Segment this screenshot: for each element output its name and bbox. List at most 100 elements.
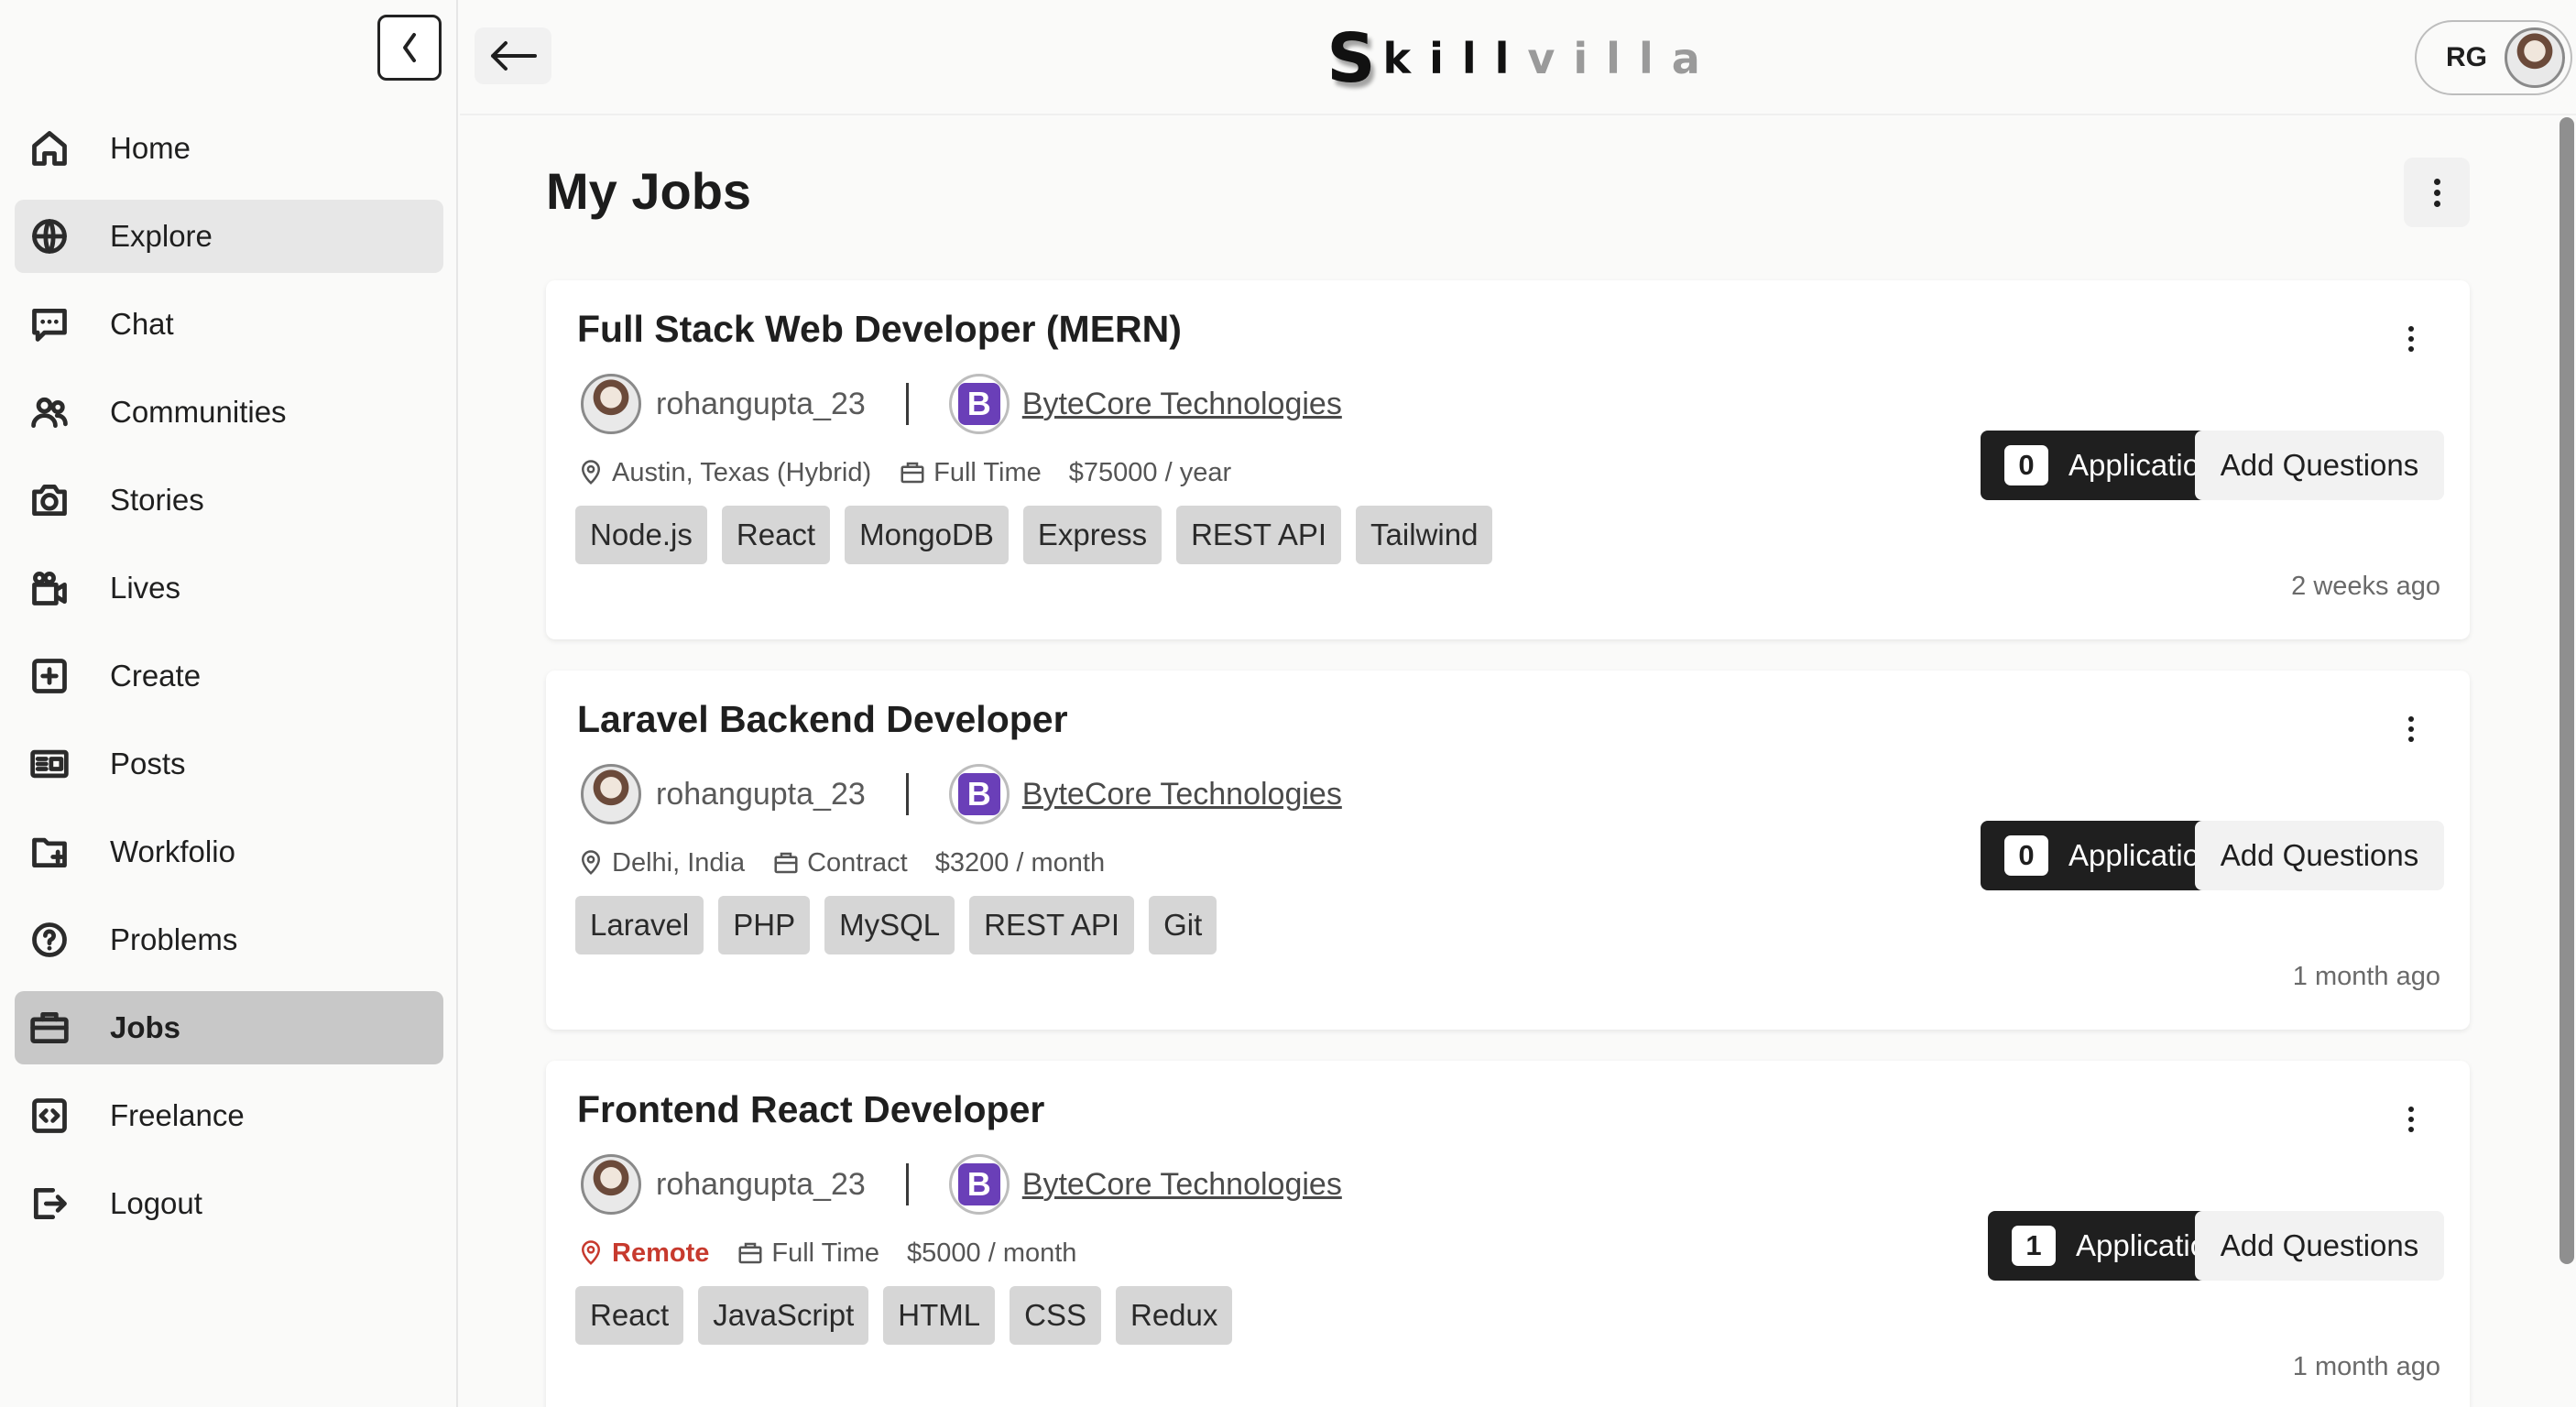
job-options-button[interactable] bbox=[2393, 1101, 2429, 1138]
briefcase-icon bbox=[774, 852, 798, 874]
applications-count: 0 bbox=[2004, 835, 2048, 876]
sidebar-item-problems[interactable]: Problems bbox=[15, 903, 443, 976]
job-options-button[interactable] bbox=[2393, 321, 2429, 357]
plus-square-icon bbox=[27, 654, 71, 698]
user-avatar bbox=[2505, 27, 2565, 88]
applications-count: 1 bbox=[2012, 1226, 2056, 1266]
job-card[interactable]: Frontend React Developer rohangupta_23 B… bbox=[546, 1061, 2470, 1407]
job-options-button[interactable] bbox=[2393, 711, 2429, 747]
poster-avatar[interactable] bbox=[581, 764, 641, 824]
map-pin-icon bbox=[581, 460, 601, 485]
job-title[interactable]: Frontend React Developer bbox=[577, 1088, 1044, 1131]
sidebar-item-label: Posts bbox=[110, 747, 186, 780]
sidebar-item-posts[interactable]: Posts bbox=[15, 727, 443, 801]
sidebar-item-lives[interactable]: Lives bbox=[15, 551, 443, 625]
job-card[interactable]: Laravel Backend Developer rohangupta_23 … bbox=[546, 671, 2470, 1030]
skill-tag: CSS bbox=[1010, 1286, 1101, 1345]
job-type: Full Time bbox=[899, 458, 1042, 488]
poster-avatar[interactable] bbox=[581, 1154, 641, 1215]
collapse-sidebar-button[interactable] bbox=[377, 15, 442, 81]
skill-tag: PHP bbox=[718, 896, 811, 954]
job-poster-row: rohangupta_23 B ByteCore Technologies bbox=[581, 762, 1342, 826]
job-meta: Delhi, India Contract $3200 / month bbox=[577, 845, 1132, 881]
skill-tag: Git bbox=[1149, 896, 1217, 954]
top-header: S kill villa RG bbox=[460, 0, 2576, 115]
company-link[interactable]: ByteCore Technologies bbox=[1022, 387, 1342, 422]
sidebar-item-jobs[interactable]: Jobs bbox=[15, 991, 443, 1064]
poster-avatar[interactable] bbox=[581, 374, 641, 434]
add-questions-button[interactable]: Add Questions bbox=[2195, 1211, 2444, 1281]
sidebar-item-explore[interactable]: Explore bbox=[15, 200, 443, 273]
sidebar-item-freelance[interactable]: Freelance bbox=[15, 1079, 443, 1152]
applications-count: 0 bbox=[2004, 445, 2048, 485]
logo-text-dark: kill bbox=[1382, 34, 1528, 83]
back-button[interactable] bbox=[475, 27, 551, 84]
poster-username[interactable]: rohangupta_23 bbox=[656, 1167, 866, 1203]
briefcase-icon bbox=[27, 1006, 71, 1050]
divider bbox=[905, 1163, 909, 1205]
job-type-text: Full Time bbox=[771, 1238, 879, 1268]
poster-username[interactable]: rohangupta_23 bbox=[656, 387, 866, 422]
sidebar-item-home[interactable]: Home bbox=[15, 112, 443, 185]
job-card[interactable]: Full Stack Web Developer (MERN) rohangup… bbox=[546, 280, 2470, 639]
skill-tag: Redux bbox=[1115, 1286, 1233, 1345]
question-circle-icon bbox=[27, 918, 71, 962]
company-link[interactable]: ByteCore Technologies bbox=[1022, 777, 1342, 813]
folder-plus-icon bbox=[27, 830, 71, 874]
sidebar-item-chat[interactable]: Chat bbox=[15, 288, 443, 361]
scrollbar-thumb[interactable] bbox=[2560, 117, 2574, 1264]
users-icon bbox=[27, 390, 71, 434]
live-video-icon bbox=[27, 566, 71, 610]
sidebar-nav: Home Explore Chat Communities Stories Li… bbox=[15, 112, 443, 1255]
profile-menu-button[interactable]: RG bbox=[2415, 20, 2572, 95]
sidebar-item-stories[interactable]: Stories bbox=[15, 464, 443, 537]
skill-tag: REST API bbox=[1176, 506, 1342, 564]
job-title[interactable]: Full Stack Web Developer (MERN) bbox=[577, 308, 1182, 351]
company-initial: B bbox=[957, 1163, 1000, 1205]
job-meta: Austin, Texas (Hybrid) Full Time $75000 … bbox=[577, 454, 1259, 491]
add-questions-button[interactable]: Add Questions bbox=[2195, 821, 2444, 890]
skill-tag: Laravel bbox=[575, 896, 704, 954]
job-poster-row: rohangupta_23 B ByteCore Technologies bbox=[581, 372, 1342, 436]
home-icon bbox=[27, 126, 71, 170]
sidebar-item-label: Jobs bbox=[110, 1010, 181, 1044]
company-logo[interactable]: B bbox=[948, 764, 1010, 824]
sidebar-item-communities[interactable]: Communities bbox=[15, 376, 443, 449]
app-logo[interactable]: S kill villa bbox=[1312, 19, 1733, 98]
add-questions-button[interactable]: Add Questions bbox=[2195, 431, 2444, 500]
sidebar-item-workfolio[interactable]: Workfolio bbox=[15, 815, 443, 889]
job-location-text: Austin, Texas (Hybrid) bbox=[612, 457, 872, 487]
globe-icon bbox=[27, 214, 71, 258]
sidebar-item-label: Home bbox=[110, 131, 191, 165]
job-poster-row: rohangupta_23 B ByteCore Technologies bbox=[581, 1152, 1342, 1216]
sidebar-item-label: Stories bbox=[110, 483, 204, 517]
divider bbox=[905, 383, 909, 425]
skill-tag: MongoDB bbox=[845, 506, 1009, 564]
skill-tag: JavaScript bbox=[698, 1286, 869, 1345]
job-title[interactable]: Laravel Backend Developer bbox=[577, 698, 1068, 741]
job-type-text: Contract bbox=[807, 847, 908, 878]
user-initials: RG bbox=[2446, 42, 2487, 72]
job-meta: Remote Full Time $5000 / month bbox=[577, 1235, 1104, 1271]
page-options-button[interactable] bbox=[2404, 158, 2470, 227]
skill-tag: Tailwind bbox=[1356, 506, 1493, 564]
job-location-text: Delhi, India bbox=[612, 847, 746, 878]
poster-username[interactable]: rohangupta_23 bbox=[656, 777, 866, 813]
posted-time: 2 weeks ago bbox=[2291, 572, 2440, 601]
sidebar-item-logout[interactable]: Logout bbox=[15, 1167, 443, 1240]
more-vertical-icon bbox=[2408, 716, 2414, 742]
skill-tag: HTML bbox=[883, 1286, 996, 1345]
chevron-left-icon bbox=[403, 33, 416, 62]
company-link[interactable]: ByteCore Technologies bbox=[1022, 1167, 1342, 1203]
job-salary: $5000 / month bbox=[907, 1238, 1077, 1268]
posted-time: 1 month ago bbox=[2292, 1352, 2440, 1381]
skill-tag: REST API bbox=[969, 896, 1135, 954]
company-logo[interactable]: B bbox=[948, 374, 1010, 434]
sidebar-item-label: Communities bbox=[110, 395, 287, 429]
sidebar-item-label: Logout bbox=[110, 1186, 202, 1220]
logo-text-light: villa bbox=[1527, 34, 1719, 83]
company-logo[interactable]: B bbox=[948, 1154, 1010, 1215]
briefcase-icon bbox=[901, 462, 924, 484]
sidebar-item-create[interactable]: Create bbox=[15, 639, 443, 713]
sidebar-item-label: Problems bbox=[110, 922, 238, 956]
